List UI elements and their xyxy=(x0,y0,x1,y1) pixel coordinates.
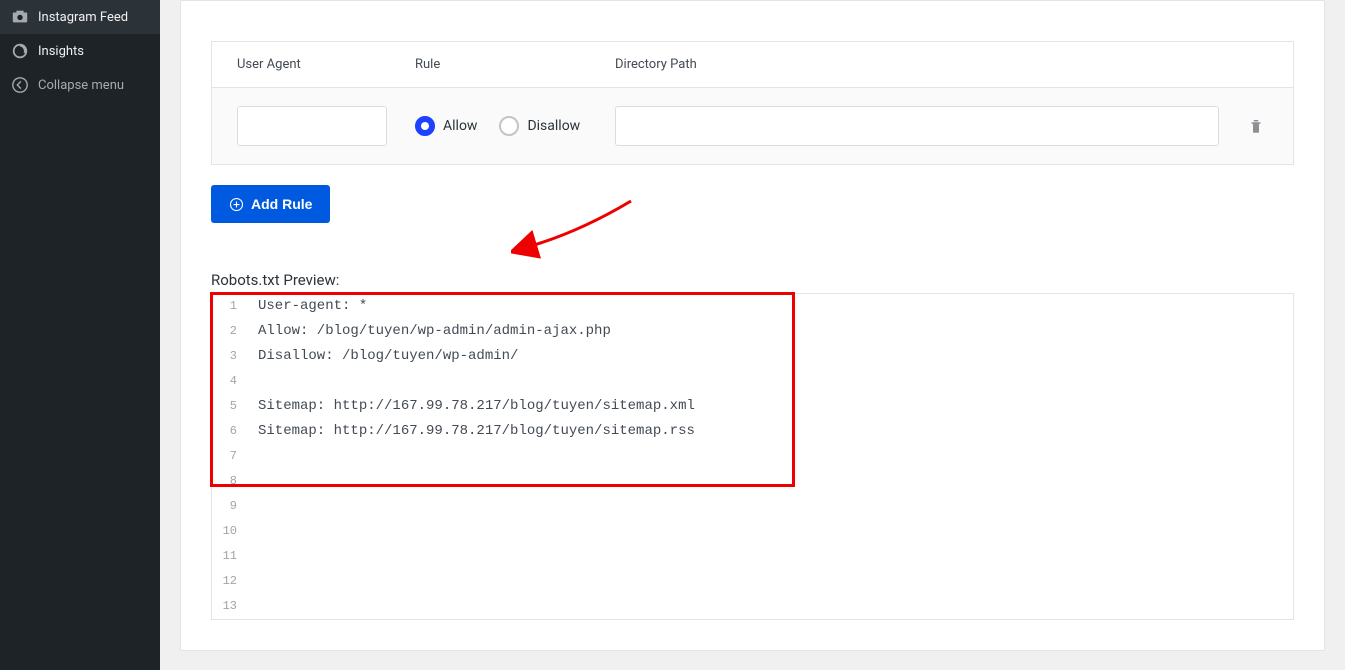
code-line[interactable]: 4 xyxy=(212,369,1293,394)
collapse-icon xyxy=(10,76,30,94)
line-number: 11 xyxy=(212,544,248,569)
code-line[interactable]: 8 xyxy=(212,469,1293,494)
rule-radio-group: Allow Disallow xyxy=(415,116,615,136)
code-text: Disallow: /blog/tuyen/wp-admin/ xyxy=(248,344,518,369)
code-text xyxy=(248,594,258,619)
main-content: User Agent Rule Directory Path Allow Dis… xyxy=(160,0,1345,670)
code-text xyxy=(248,569,258,594)
robots-preview-editor[interactable]: 1User-agent: *2Allow: /blog/tuyen/wp-adm… xyxy=(211,293,1294,620)
sidebar-item-label: Instagram Feed xyxy=(38,10,128,25)
line-number: 12 xyxy=(212,569,248,594)
code-text xyxy=(248,494,258,519)
code-text xyxy=(248,519,258,544)
sidebar-item-collapse[interactable]: Collapse menu xyxy=(0,68,160,102)
robots-preview-label: Robots.txt Preview: xyxy=(211,271,1294,289)
sidebar-item-instagram-feed[interactable]: Instagram Feed xyxy=(0,0,160,34)
delete-rule-button[interactable] xyxy=(1244,114,1268,138)
header-directory-path: Directory Path xyxy=(615,57,1268,72)
settings-card: User Agent Rule Directory Path Allow Dis… xyxy=(180,0,1325,651)
code-line[interactable]: 9 xyxy=(212,494,1293,519)
code-line[interactable]: 5Sitemap: http://167.99.78.217/blog/tuye… xyxy=(212,394,1293,419)
camera-icon xyxy=(10,8,30,26)
code-line[interactable]: 1User-agent: * xyxy=(212,294,1293,319)
code-line[interactable]: 13 xyxy=(212,594,1293,619)
code-line[interactable]: 3Disallow: /blog/tuyen/wp-admin/ xyxy=(212,344,1293,369)
allow-label: Allow xyxy=(443,118,477,134)
code-line[interactable]: 11 xyxy=(212,544,1293,569)
code-line[interactable]: 12 xyxy=(212,569,1293,594)
line-number: 6 xyxy=(212,419,248,444)
line-number: 8 xyxy=(212,469,248,494)
header-rule: Rule xyxy=(415,57,615,72)
code-text xyxy=(248,544,258,569)
code-text: Allow: /blog/tuyen/wp-admin/admin-ajax.p… xyxy=(248,319,611,344)
trash-icon xyxy=(1247,117,1265,135)
header-user-agent: User Agent xyxy=(237,57,415,72)
code-line[interactable]: 10 xyxy=(212,519,1293,544)
insights-icon xyxy=(10,42,30,60)
line-number: 1 xyxy=(212,294,248,319)
line-number: 9 xyxy=(212,494,248,519)
plus-circle-icon xyxy=(229,197,244,212)
line-number: 3 xyxy=(212,344,248,369)
line-number: 5 xyxy=(212,394,248,419)
code-text: User-agent: * xyxy=(248,294,367,319)
code-text xyxy=(248,469,258,494)
disallow-radio[interactable]: Disallow xyxy=(499,116,602,136)
directory-path-input[interactable] xyxy=(615,106,1219,146)
code-text xyxy=(248,369,258,394)
disallow-label: Disallow xyxy=(527,118,580,134)
add-rule-button[interactable]: Add Rule xyxy=(211,185,330,223)
allow-radio[interactable]: Allow xyxy=(415,116,499,136)
line-number: 10 xyxy=(212,519,248,544)
code-text xyxy=(248,444,258,469)
rule-table-header: User Agent Rule Directory Path xyxy=(212,42,1293,87)
radio-unchecked-icon xyxy=(499,116,519,136)
user-agent-input[interactable] xyxy=(237,106,387,146)
add-rule-label: Add Rule xyxy=(251,196,312,212)
sidebar-item-label: Insights xyxy=(38,44,84,59)
robots-rule-table: User Agent Rule Directory Path Allow Dis… xyxy=(211,41,1294,165)
code-line[interactable]: 6Sitemap: http://167.99.78.217/blog/tuye… xyxy=(212,419,1293,444)
sidebar-item-insights[interactable]: Insights xyxy=(0,34,160,68)
line-number: 2 xyxy=(212,319,248,344)
sidebar-item-label: Collapse menu xyxy=(38,78,124,93)
red-arrow-annotation xyxy=(511,191,641,261)
code-text: Sitemap: http://167.99.78.217/blog/tuyen… xyxy=(248,394,695,419)
radio-checked-icon xyxy=(415,116,435,136)
code-line[interactable]: 2Allow: /blog/tuyen/wp-admin/admin-ajax.… xyxy=(212,319,1293,344)
rule-row: Allow Disallow xyxy=(212,87,1293,164)
admin-sidebar: Instagram Feed Insights Collapse menu xyxy=(0,0,160,670)
line-number: 7 xyxy=(212,444,248,469)
code-text: Sitemap: http://167.99.78.217/blog/tuyen… xyxy=(248,419,695,444)
line-number: 4 xyxy=(212,369,248,394)
line-number: 13 xyxy=(212,594,248,619)
code-line[interactable]: 7 xyxy=(212,444,1293,469)
